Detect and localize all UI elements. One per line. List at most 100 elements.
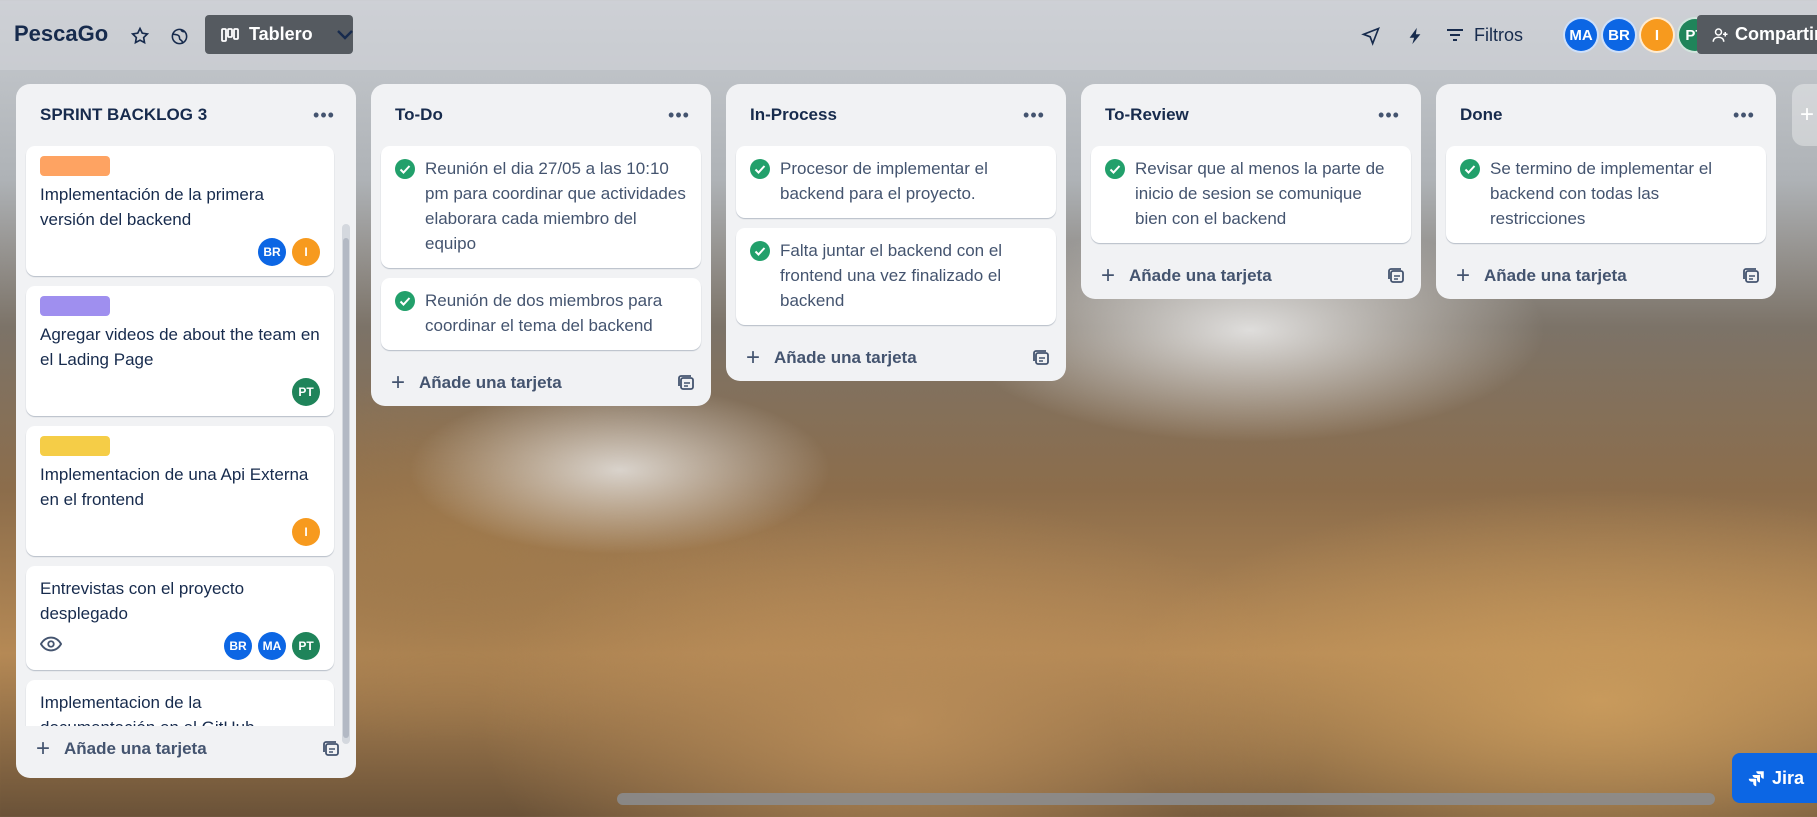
add-card-label: Añade una tarjeta [419,373,562,392]
avatar[interactable]: MA [258,632,286,660]
check-circle-icon[interactable] [750,241,770,261]
card-title: Agregar videos de about the team en el L… [40,325,320,369]
check-circle-icon[interactable] [395,291,415,311]
add-card-button[interactable]: + Añade una tarjeta [1081,253,1421,299]
template-icon[interactable] [1032,350,1050,366]
list-done: Done ••• Se termino de implementar el ba… [1436,84,1776,299]
avatar[interactable]: BR [1601,17,1637,53]
board-header: PescaGo Tablero Filtros MA BR I PT Compa… [0,0,1817,70]
board-horizontal-scrollbar[interactable] [617,793,1715,805]
check-circle-icon[interactable] [1105,159,1125,179]
avatar[interactable]: BR [258,238,286,266]
avatar[interactable]: I [292,238,320,266]
card[interactable]: Reunión el dia 27/05 a las 10:10 pm para… [381,146,701,268]
card[interactable]: Reunión de dos miembros para coordinar e… [381,278,701,350]
card[interactable]: Agregar videos de about the team en el L… [26,286,334,416]
list-header: Done ••• [1436,84,1776,146]
share-button[interactable]: Compartir [1697,15,1817,54]
list-header: SPRINT BACKLOG 3 ••• [16,84,356,146]
avatar[interactable]: MA [1563,17,1599,53]
add-card-button[interactable]: + Añade una tarjeta [726,335,1066,381]
more-icon[interactable]: ••• [1377,103,1401,127]
list-in-process: In-Process ••• Procesor de implementar e… [726,84,1066,381]
eye-icon [39,636,63,657]
avatar[interactable]: PT [292,378,320,406]
jira-label: Jira [1772,767,1805,788]
check-circle-icon[interactable] [395,159,415,179]
list-title[interactable]: To-Do [395,105,443,125]
card-label[interactable] [40,436,110,456]
template-icon[interactable] [1742,268,1760,284]
card-label[interactable] [40,156,110,176]
more-icon[interactable]: ••• [312,103,336,127]
star-icon[interactable] [125,21,155,51]
template-icon[interactable] [322,741,340,757]
check-circle-icon[interactable] [1460,159,1480,179]
plus-icon: + [391,369,406,396]
add-card-label: Añade una tarjeta [1129,266,1272,285]
more-icon[interactable]: ••• [667,103,691,127]
card-title: Implementacion de la documentación en el… [40,693,255,726]
card[interactable]: Se termino de implementar el backend con… [1446,146,1766,243]
avatar[interactable]: BR [224,632,252,660]
avatar[interactable]: I [1639,17,1675,53]
plus-icon: + [36,735,51,762]
filter-label: Filtros [1474,24,1523,45]
add-card-button[interactable]: + Añade una tarjeta [16,726,356,772]
card-title: Entrevistas con el proyecto desplegado [40,579,245,623]
card[interactable]: Entrevistas con el proyecto desplegado B… [26,566,334,670]
jira-icon [1748,771,1764,787]
add-card-label: Añade una tarjeta [1484,266,1627,285]
card-label[interactable] [40,296,110,316]
list-title[interactable]: Done [1460,105,1503,125]
card-members: BR I [252,238,320,266]
add-card-label: Añade una tarjeta [64,739,207,758]
share-label: Compartir [1735,24,1817,44]
filter-icon [1447,29,1463,41]
card-title: Reunión el dia 27/05 a las 10:10 pm para… [425,159,686,253]
add-card-button[interactable]: + Añade una tarjeta [1436,253,1776,299]
card[interactable]: Revisar que al menos la parte de inicio … [1091,146,1411,243]
card[interactable]: Implementación de la primera versión del… [26,146,334,276]
check-circle-icon[interactable] [750,159,770,179]
card-members: PT [286,378,320,406]
list-title[interactable]: To-Review [1105,105,1189,125]
power-ups-icon[interactable] [1356,21,1386,51]
card-title: Se termino de implementar el backend con… [1490,159,1713,228]
filter-button[interactable]: Filtros [1446,18,1523,52]
template-icon[interactable] [1387,268,1405,284]
card-members: BR MA PT [218,632,320,660]
board-title[interactable]: PescaGo [14,21,108,47]
add-card-label: Añade una tarjeta [774,348,917,367]
list-scrollbar[interactable] [342,224,350,744]
automation-icon[interactable] [1400,21,1430,51]
card[interactable]: Implementacion de la documentación en el… [26,680,334,726]
card[interactable]: Implementacion de una Api Externa en el … [26,426,334,556]
board-view-icon [221,27,239,42]
card[interactable]: Procesor de implementar el backend para … [736,146,1056,218]
list-header: In-Process ••• [726,84,1066,146]
list-to-do: To-Do ••• Reunión el dia 27/05 a las 10:… [371,84,711,406]
chevron-down-icon[interactable] [330,20,360,50]
avatar[interactable]: I [292,518,320,546]
more-icon[interactable]: ••• [1732,103,1756,127]
template-icon[interactable] [677,375,695,391]
card[interactable]: Falta juntar el backend con el frontend … [736,228,1056,325]
globe-icon[interactable] [164,21,194,51]
jira-button[interactable]: Jira [1732,753,1817,803]
list-header: To-Do ••• [371,84,711,146]
add-card-button[interactable]: + Añade una tarjeta [371,360,711,406]
plus-icon: + [1101,262,1116,289]
card-title: Implementación de la primera versión del… [40,185,264,229]
add-user-icon [1712,27,1728,42]
more-icon[interactable]: ••• [1022,103,1046,127]
card-title: Reunión de dos miembros para coordinar e… [425,291,663,335]
card-title: Procesor de implementar el backend para … [780,159,988,203]
add-list-button[interactable]: + [1792,84,1817,146]
card-title: Implementacion de una Api Externa en el … [40,465,309,509]
list-title[interactable]: SPRINT BACKLOG 3 [40,105,207,125]
list-title[interactable]: In-Process [750,105,837,125]
avatar[interactable]: PT [292,632,320,660]
board-view-label: Tablero [249,24,313,44]
plus-icon: + [746,344,761,371]
